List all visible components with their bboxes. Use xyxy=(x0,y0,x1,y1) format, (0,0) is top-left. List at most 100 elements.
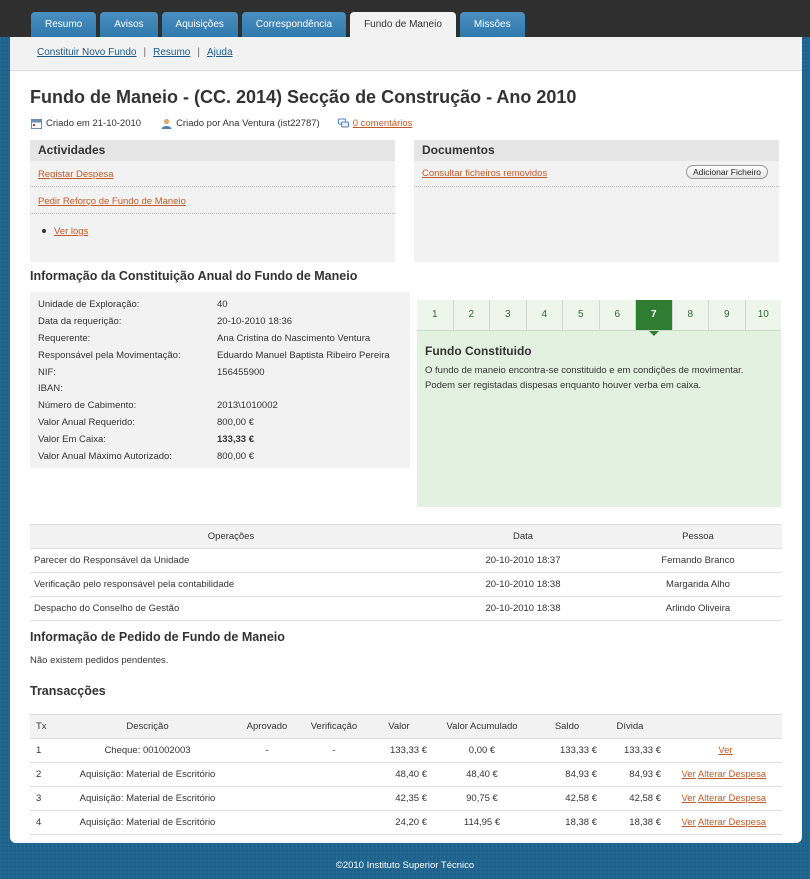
tab-resumo[interactable]: Resumo xyxy=(31,12,97,37)
main-tabs: Resumo Avisos Aquisições Correspondência… xyxy=(31,12,525,37)
info-row: Unidade de Exploração: 40 xyxy=(38,296,390,313)
tx-verification xyxy=(298,786,370,811)
help-link[interactable]: Ajuda xyxy=(207,47,233,58)
activities-panel: Actividades Registar Despesa Pedir Refor… xyxy=(30,140,395,262)
page-content: Constituir Novo Fundo | Resumo | Ajuda Fundo… xyxy=(10,37,802,843)
info-value: 133,33 € xyxy=(217,434,254,446)
tx-actions: Ver Alterar Despesa xyxy=(662,810,782,835)
info-row: Requerente: Ana Cristina do Nascimento Ve… xyxy=(38,330,390,347)
col-approved: Aprovado xyxy=(236,714,298,739)
table-row: Parecer do Responsável da Unidade 20-10-… xyxy=(30,548,782,573)
tab-aquisicoes[interactable]: Aquisições xyxy=(161,12,238,37)
request-reinforcement-link[interactable]: Pedir Reforço de Fundo de Maneio xyxy=(38,196,186,207)
tab-correspondencia[interactable]: Correspondência xyxy=(241,12,347,37)
info-value: 800,00 € xyxy=(217,450,254,462)
edit-expense-link[interactable]: Alterar Despesa xyxy=(698,769,766,780)
step-5[interactable]: 5 xyxy=(563,300,600,330)
info-value xyxy=(217,380,390,397)
no-requests-text: Não existem pedidos pendentes. xyxy=(30,655,169,666)
col-verification: Verificação xyxy=(298,714,370,739)
tx-verification xyxy=(298,810,370,835)
step-4[interactable]: 4 xyxy=(526,300,563,330)
col-date: Data xyxy=(432,524,614,549)
separator: | xyxy=(197,47,200,58)
tx-value: 48,40 € xyxy=(370,762,428,787)
comments-link[interactable]: 0 comentários xyxy=(353,118,413,129)
tx-balance: 18,38 € xyxy=(536,810,598,835)
info-row: Data da requerição: 20-10-2010 18:36 xyxy=(38,313,390,330)
info-value: 40 xyxy=(217,298,228,310)
tx-debt: 42,58 € xyxy=(598,786,662,811)
transactions-title: Transacções xyxy=(30,684,106,698)
register-expense-link[interactable]: Registar Despesa xyxy=(38,169,114,180)
info-label: Valor Anual Máximo Autorizado: xyxy=(38,450,172,462)
table-row: Despacho do Conselho de Gestão 20-10-201… xyxy=(30,596,782,621)
tx-approved xyxy=(236,762,298,787)
status-title: Fundo Constituido xyxy=(425,344,532,358)
step-1[interactable]: 1 xyxy=(417,300,454,330)
tx-value: 133,33 € xyxy=(370,738,428,763)
table-row: 1 Cheque: 001002003 - - 133,33 € 0,00 € … xyxy=(30,738,782,763)
step-10[interactable]: 10 xyxy=(745,300,781,330)
user-icon xyxy=(161,118,172,129)
table-row: 4 Aquisição: Material de Escritório 24,2… xyxy=(30,810,782,835)
view-logs-link[interactable]: Ver logs xyxy=(54,226,88,237)
edit-expense-link[interactable]: Alterar Despesa xyxy=(698,817,766,828)
comments-icon xyxy=(337,118,349,128)
table-row: 3 Aquisição: Material de Escritório 42,3… xyxy=(30,786,782,811)
tx-actions: Ver Alterar Despesa xyxy=(662,786,782,811)
tx-description: Aquisição: Material de Escritório xyxy=(59,810,236,835)
operation-person: Arlindo Oliveira xyxy=(614,596,782,621)
info-value: Ana Cristina do Nascimento Ventura xyxy=(217,332,371,344)
col-actions xyxy=(662,714,782,739)
col-tx: Tx xyxy=(30,714,59,739)
removed-files-link[interactable]: Consultar ficheiros removidos xyxy=(422,168,547,179)
tx-debt: 133,33 € xyxy=(598,738,662,763)
calendar-icon xyxy=(31,119,42,129)
tx-number: 1 xyxy=(30,738,59,763)
tx-accumulated: 90,75 € xyxy=(428,786,536,811)
tab-missoes[interactable]: Missões xyxy=(459,12,525,37)
constitution-info-panel: Unidade de Exploração: 40 Data da requeri… xyxy=(30,292,410,468)
step-3[interactable]: 3 xyxy=(490,300,527,330)
created-by: Criado por Ana Ventura (ist22787) xyxy=(176,118,320,129)
transactions-table: Tx Descrição Aprovado Verificação Valor … xyxy=(30,714,782,835)
step-6[interactable]: 6 xyxy=(599,300,636,330)
view-link[interactable]: Ver xyxy=(718,745,732,756)
info-label: NIF: xyxy=(38,366,56,378)
view-link[interactable]: Ver xyxy=(681,817,695,828)
tx-actions: Ver xyxy=(662,738,782,763)
step-7-active[interactable]: 7 xyxy=(636,300,673,336)
transactions-header-row: Tx Descrição Aprovado Verificação Valor … xyxy=(30,714,782,739)
tx-number: 2 xyxy=(30,762,59,787)
tx-balance: 42,58 € xyxy=(536,786,598,811)
info-label: Número de Cabimento: xyxy=(38,400,137,412)
view-link[interactable]: Ver xyxy=(681,769,695,780)
created-date: Criado em 21-10-2010 xyxy=(46,118,142,129)
col-balance: Saldo xyxy=(536,714,598,739)
workflow-steps-panel: 1 2 3 4 5 6 7 8 9 10 Fundo Constituido O… xyxy=(417,300,781,507)
info-label: Data da requerição: xyxy=(38,315,122,327)
tab-avisos[interactable]: Avisos xyxy=(100,12,158,37)
new-fund-link[interactable]: Constituir Novo Fundo xyxy=(37,47,137,58)
step-9[interactable]: 9 xyxy=(709,300,746,330)
summary-link[interactable]: Resumo xyxy=(153,47,190,58)
info-value: Eduardo Manuel Baptista Ribeiro Pereira xyxy=(217,349,390,361)
info-row: Valor Anual Requerido: 800,00 € xyxy=(38,414,390,431)
tx-accumulated: 114,95 € xyxy=(428,810,536,835)
info-value: 156455900 xyxy=(217,366,265,378)
documents-panel: Documentos Consultar ficheiros removidos… xyxy=(414,140,779,262)
view-link[interactable]: Ver xyxy=(681,793,695,804)
table-row: 2 Aquisição: Material de Escritório 48,4… xyxy=(30,762,782,787)
step-8[interactable]: 8 xyxy=(672,300,709,330)
tab-fundo-de-maneio[interactable]: Fundo de Maneio xyxy=(350,12,456,37)
table-row: Verificação pelo responsável pela contab… xyxy=(30,572,782,597)
tx-number: 3 xyxy=(30,786,59,811)
step-2[interactable]: 2 xyxy=(453,300,490,330)
operation-person: Margarida Alho xyxy=(614,572,782,597)
tx-description: Aquisição: Material de Escritório xyxy=(59,786,236,811)
tx-balance: 133,33 € xyxy=(536,738,598,763)
edit-expense-link[interactable]: Alterar Despesa xyxy=(698,793,766,804)
add-file-button[interactable]: Adicionar Ficheiro xyxy=(685,165,768,179)
documents-title: Documentos xyxy=(414,140,779,161)
